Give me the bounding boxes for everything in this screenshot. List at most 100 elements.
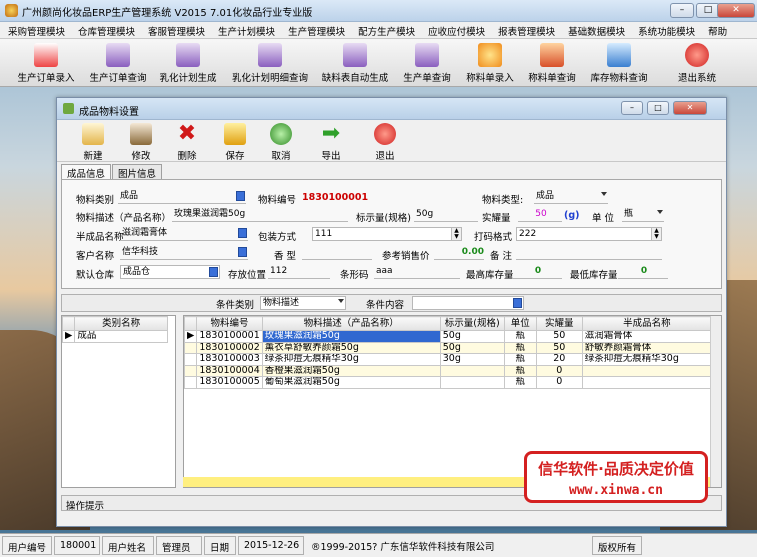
quill-icon (176, 43, 200, 67)
note-field[interactable] (516, 246, 662, 260)
unit-select[interactable]: 瓶 (622, 208, 664, 222)
pack-field[interactable]: 111 ▲ ▼ (312, 227, 462, 241)
pdf-icon (34, 43, 58, 67)
picker-icon[interactable] (236, 191, 245, 201)
spin-icon[interactable]: ▲ ▼ (651, 228, 661, 240)
menu-help[interactable]: 帮助 (700, 22, 732, 39)
quill-icon (106, 43, 130, 67)
menu-warehouse[interactable]: 仓库管理模块 (70, 22, 140, 39)
semi-field[interactable]: 滋润霜膏体 (120, 227, 248, 241)
table-row[interactable]: ▶ 成品 (61, 330, 168, 343)
vertical-scrollbar[interactable] (710, 316, 721, 487)
child-maximize-button[interactable]: □ (647, 101, 669, 115)
col-desc[interactable]: 物料描述（产品名称） (261, 316, 441, 331)
barcode-field[interactable]: aaa (374, 265, 460, 279)
child-minimize-button[interactable]: – (621, 101, 643, 115)
export-button[interactable]: ➡ 导出 (309, 121, 353, 163)
fragrance-field[interactable] (302, 246, 372, 260)
tb-plan-detail-button[interactable]: 乳化计划明细查询 (226, 41, 314, 85)
menu-plan[interactable]: 生产计划模块 (210, 22, 280, 39)
tb-exit-button[interactable]: 退出系统 (672, 41, 722, 85)
menu-production[interactable]: 生产管理模块 (280, 22, 350, 39)
col-category-name[interactable]: 类别名称 (74, 316, 168, 331)
col-semi[interactable]: 半成品名称 (581, 316, 713, 331)
picker-icon[interactable] (209, 267, 218, 277)
spec-label: 标示量(规格) (356, 213, 411, 224)
refresh-icon (270, 123, 292, 145)
net-field[interactable]: 50 (518, 208, 562, 222)
tb-shortage-button[interactable]: 缺料表自动生成 (320, 41, 390, 85)
row-pointer-icon: ▶ (183, 330, 198, 343)
price-field[interactable]: 0.00 (434, 246, 484, 260)
tb-production-query-button[interactable]: 生产单查询 (398, 41, 456, 85)
col-unit[interactable]: 单位 (503, 316, 537, 331)
tab-product-info[interactable]: 成品信息 (61, 164, 112, 180)
desc-field[interactable]: 玫瑰果滋润霜50g (172, 208, 348, 222)
minimize-button[interactable]: – (670, 3, 694, 18)
print-field[interactable]: 222 ▲ ▼ (516, 227, 662, 241)
menu-system[interactable]: 系统功能模块 (630, 22, 700, 39)
picker-icon[interactable] (513, 298, 522, 308)
col-code[interactable]: 物料编号 (196, 316, 263, 331)
col-net[interactable]: 实耀量 (535, 316, 583, 331)
spec-field[interactable]: 50g (414, 208, 478, 222)
delete-x-icon: ✖ (177, 121, 197, 146)
table-row[interactable]: 1830100002 薰衣草舒敏养颜霜50g 50g 瓶 50 舒敏养颜霜膏体 (183, 341, 713, 354)
copyright: ®1999-2015? 广东信华软件科技有限公司 (311, 542, 495, 553)
min-stock-field[interactable]: 0 (618, 265, 668, 279)
picker-icon[interactable] (238, 228, 247, 238)
power-icon (685, 43, 709, 67)
cust-label: 客户名称 (76, 251, 115, 262)
menu-basedata[interactable]: 基础数据模块 (560, 22, 630, 39)
quill-icon (258, 43, 282, 67)
warehouse-field[interactable]: 成品仓 (120, 265, 220, 279)
cust-field[interactable]: 信华科技 (120, 246, 248, 260)
pack-label: 包装方式 (258, 232, 297, 243)
date-label: 日期 (204, 536, 236, 555)
col-spec[interactable]: 标示量(规格) (439, 316, 505, 331)
new-button[interactable]: 新建 (71, 123, 115, 162)
child-close-button[interactable]: ✕ (673, 101, 707, 115)
type-select[interactable]: 成品 (534, 190, 608, 204)
product-form: 物料类别 成品 物料编号 1830100001 物料类型: 成品 物料描述（产品… (61, 179, 722, 289)
tb-weigh-entry-button[interactable]: 称料单录入 (462, 41, 518, 85)
location-label: 存放位置 (228, 270, 267, 281)
delete-button[interactable]: ✖ 删除 (165, 121, 209, 163)
menu-formula[interactable]: 配方生产模块 (350, 22, 420, 39)
save-button[interactable]: 保存 (213, 123, 257, 162)
menu-finance[interactable]: 应收应付模块 (420, 22, 490, 39)
tb-emulsify-plan-button[interactable]: 乳化计划生成 (156, 41, 220, 85)
picker-icon[interactable] (238, 247, 247, 257)
chevron-down-icon (657, 210, 663, 214)
tb-weigh-query-button[interactable]: 称料单查询 (524, 41, 580, 85)
quill-icon (343, 43, 367, 67)
cond-select[interactable]: 物料描述 (260, 296, 346, 310)
table-row[interactable]: ▶ 1830100001 玫瑰果滋润霜50g 50g 瓶 50 滋润霜膏体 (183, 330, 713, 343)
tb-order-query-button[interactable]: 生产订单查询 (86, 41, 150, 85)
close-button[interactable]: ✕ (717, 3, 755, 18)
tb-stock-query-button[interactable]: 库存物料查询 (588, 41, 650, 85)
category-label: 物料类别 (76, 195, 115, 206)
location-field[interactable]: 112 (268, 265, 330, 279)
barcode-label: 条形码 (340, 270, 369, 281)
menu-purchase[interactable]: 采购管理模块 (0, 22, 70, 39)
tb-order-entry-button[interactable]: 生产订单录入 (14, 41, 78, 85)
menu-reports[interactable]: 报表管理模块 (490, 22, 560, 39)
category-field[interactable]: 成品 (118, 190, 246, 204)
table-row[interactable]: 1830100004 香橙果滋润霜50g 瓶 0 (183, 364, 713, 377)
brand-slogan: 信华软件·品质决定价值 (538, 460, 694, 478)
arrow-right-icon: ➡ (321, 121, 341, 146)
exit-button[interactable]: 退出 (363, 123, 407, 162)
table-row[interactable]: 1830100005 葡萄果滋润霜50g 瓶 0 (183, 376, 713, 389)
tab-image-info[interactable]: 图片信息 (112, 164, 163, 180)
max-stock-field[interactable]: 0 (512, 265, 562, 279)
table-row[interactable]: 1830100003 绿茶抑痘无痕精华30g 30g 瓶 20 绿茶抑痘无痕精华… (183, 353, 713, 366)
content-field[interactable] (412, 296, 524, 310)
cancel-button[interactable]: 取消 (259, 123, 303, 162)
type-label: 物料类型: (482, 195, 524, 206)
menu-service[interactable]: 客服管理模块 (140, 22, 210, 39)
date-value: 2015-12-26 (238, 536, 304, 555)
edit-button[interactable]: 修改 (119, 123, 163, 162)
spin-icon[interactable]: ▲ ▼ (451, 228, 461, 240)
status-bar: 用户编号 180001 用户姓名 管理员 日期 2015-12-26 ®1999… (0, 533, 757, 557)
